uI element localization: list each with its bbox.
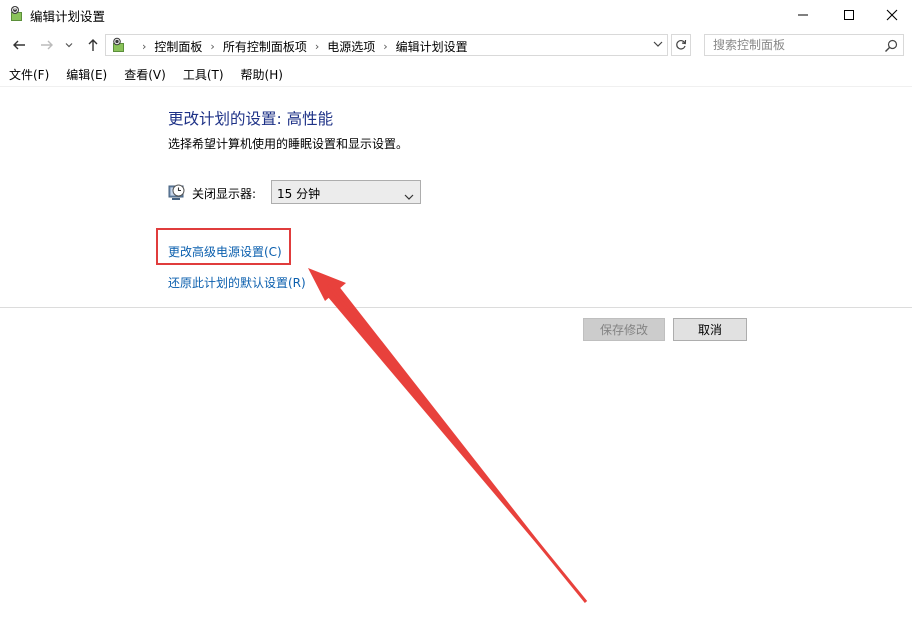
- chevron-down-icon: [653, 41, 663, 47]
- cancel-button[interactable]: 取消: [673, 318, 747, 341]
- forward-button[interactable]: [36, 34, 58, 56]
- search-input[interactable]: [709, 36, 887, 54]
- breadcrumb-separator: ›: [142, 40, 147, 53]
- breadcrumb-all-items[interactable]: 所有控制面板项: [223, 38, 307, 55]
- refresh-icon: [676, 39, 687, 50]
- minimize-button[interactable]: [780, 0, 826, 30]
- display-off-select[interactable]: 15 分钟: [271, 180, 421, 204]
- recent-locations-button[interactable]: [62, 34, 76, 56]
- menu-file[interactable]: 文件(F): [0, 66, 57, 86]
- menu-view[interactable]: 查看(V): [115, 66, 174, 86]
- window-title: 编辑计划设置: [30, 9, 106, 24]
- breadcrumb-power-options[interactable]: 电源选项: [327, 38, 375, 55]
- address-history-dropdown[interactable]: [653, 37, 663, 54]
- page-description: 选择希望计算机使用的睡眠设置和显示设置。: [168, 137, 409, 151]
- advanced-power-settings-link[interactable]: 更改高级电源设置(C): [168, 243, 282, 260]
- refresh-button[interactable]: [671, 34, 691, 56]
- menu-bar: 文件(F) 编辑(E) 查看(V) 工具(T) 帮助(H): [0, 66, 291, 86]
- back-button[interactable]: [8, 34, 30, 56]
- search-icon[interactable]: [884, 38, 898, 52]
- minimize-icon: [798, 14, 808, 16]
- save-changes-button[interactable]: 保存修改: [583, 318, 665, 341]
- power-options-icon: [8, 5, 26, 23]
- breadcrumb-edit-plan[interactable]: 编辑计划设置: [396, 38, 468, 55]
- up-button[interactable]: [82, 34, 104, 56]
- maximize-icon: [844, 10, 854, 20]
- chevron-down-icon: [404, 187, 414, 200]
- maximize-button[interactable]: [826, 0, 872, 30]
- close-button[interactable]: [872, 0, 912, 30]
- restore-defaults-link[interactable]: 还原此计划的默认设置(R): [168, 274, 306, 291]
- breadcrumb-control-panel[interactable]: 控制面板: [154, 38, 202, 55]
- display-off-value: 15 分钟: [277, 187, 321, 201]
- page-title: 更改计划的设置: 高性能: [168, 110, 334, 128]
- arrow-left-icon: [13, 40, 25, 50]
- arrow-right-icon: [41, 40, 53, 50]
- arrow-up-icon: [88, 39, 98, 51]
- breadcrumb: › 控制面板 › 所有控制面板项 › 电源选项 › 编辑计划设置: [134, 38, 468, 55]
- menu-tools[interactable]: 工具(T): [174, 66, 232, 86]
- display-timer-icon: [168, 183, 186, 201]
- breadcrumb-separator[interactable]: ›: [315, 40, 319, 53]
- annotation-arrow: [308, 268, 588, 603]
- breadcrumb-separator[interactable]: ›: [383, 40, 387, 53]
- display-off-label: 关闭显示器:: [192, 187, 257, 201]
- search-box[interactable]: [704, 34, 904, 56]
- power-options-icon: [110, 37, 128, 53]
- divider: [0, 307, 912, 308]
- title-bar: 编辑计划设置: [0, 0, 912, 30]
- address-bar[interactable]: › 控制面板 › 所有控制面板项 › 电源选项 › 编辑计划设置: [105, 34, 668, 56]
- menu-edit[interactable]: 编辑(E): [57, 66, 115, 86]
- breadcrumb-separator[interactable]: ›: [210, 40, 214, 53]
- close-icon: [886, 9, 898, 21]
- chevron-down-icon: [65, 43, 73, 48]
- menu-help[interactable]: 帮助(H): [232, 66, 291, 86]
- divider: [0, 86, 912, 87]
